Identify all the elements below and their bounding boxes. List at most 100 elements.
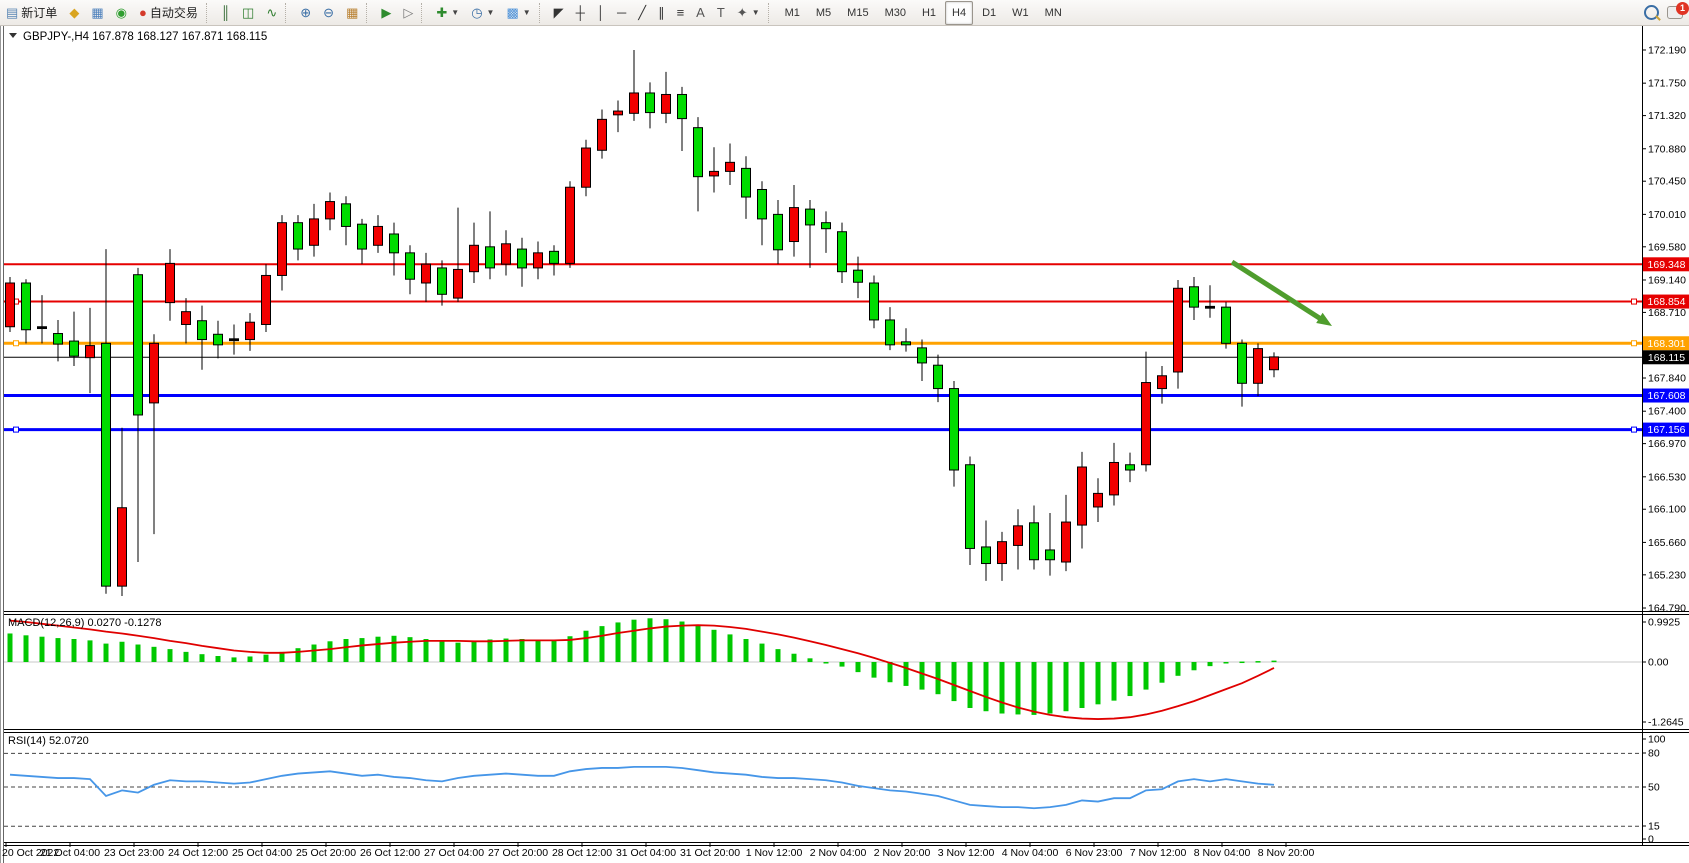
macd-bar xyxy=(1192,662,1197,670)
macd-bar xyxy=(1000,662,1005,714)
macd-bar xyxy=(232,657,237,662)
hline-handle[interactable] xyxy=(1632,299,1637,304)
candle-body xyxy=(166,263,175,302)
crosshair-icon: ┼ xyxy=(576,6,585,19)
timeframe-D1-button[interactable]: D1 xyxy=(975,1,1003,25)
candle-body xyxy=(502,244,511,264)
candle-body xyxy=(1254,349,1263,384)
timeframe-H1-button[interactable]: H1 xyxy=(915,1,943,25)
macd-bar xyxy=(984,662,989,711)
trendline-tool-button[interactable]: ╱ xyxy=(633,1,651,25)
notifications-icon[interactable]: 1 xyxy=(1667,6,1683,19)
candle-body xyxy=(134,275,143,415)
macd-bar xyxy=(1096,662,1101,704)
hline-handle[interactable] xyxy=(1632,427,1637,432)
fibonacci-tool-button[interactable]: ≡ xyxy=(672,1,690,25)
candlestick-chart-button[interactable]: ◫ xyxy=(237,1,259,25)
macd-bar xyxy=(8,633,13,662)
candle-body xyxy=(1142,383,1151,465)
cursor-button[interactable]: ◤ xyxy=(549,1,569,25)
tile-windows-icon: ▦ xyxy=(346,6,358,19)
macd-bar xyxy=(776,649,781,662)
new-order-icon: ▤ xyxy=(6,6,18,19)
candle-body xyxy=(278,223,287,276)
candle-body xyxy=(918,348,927,363)
macd-bar xyxy=(104,644,109,662)
periods-clock-button[interactable]: ◷▼ xyxy=(466,1,499,25)
time-tick-label: 31 Oct 20:00 xyxy=(680,847,740,859)
candle-body xyxy=(1270,357,1279,370)
signal-button[interactable]: ◉ xyxy=(111,1,132,25)
time-tick-label: 21 Oct 04:00 xyxy=(40,847,100,859)
search-icon[interactable] xyxy=(1644,5,1659,20)
candle-body xyxy=(1174,288,1183,372)
vertical-line-tool-button[interactable]: │ xyxy=(592,1,610,25)
macd-bar xyxy=(472,641,477,662)
chart-template-button[interactable]: ▩▼ xyxy=(501,1,535,25)
autotrade-icon: ● xyxy=(139,6,147,19)
macd-scale-label: 0.00 xyxy=(1648,657,1669,669)
timeframe-MN-button[interactable]: MN xyxy=(1038,1,1069,25)
shapes-tool-caret-icon[interactable]: ▼ xyxy=(752,8,760,17)
macd-bar xyxy=(1112,662,1117,701)
line-chart-button[interactable]: ∿ xyxy=(261,1,282,25)
periods-clock-caret-icon[interactable]: ▼ xyxy=(487,8,495,17)
charts-gold-button[interactable]: ◆ xyxy=(64,1,84,25)
candle-body xyxy=(470,245,479,271)
add-indicator-button[interactable]: ✚▼ xyxy=(431,1,464,25)
zoom-out-button[interactable]: ⊖ xyxy=(318,1,339,25)
macd-bar xyxy=(344,639,349,662)
candle-body xyxy=(214,334,223,345)
candle-body xyxy=(182,312,191,325)
candle-body xyxy=(1094,493,1103,507)
timeframe-M30-button[interactable]: M30 xyxy=(878,1,913,25)
label-tool-button[interactable]: T xyxy=(712,1,730,25)
new-order-button[interactable]: ▤新订单 xyxy=(1,1,62,25)
macd-bar xyxy=(1064,662,1069,711)
macd-bar xyxy=(696,625,701,662)
price-tick-label: 170.010 xyxy=(1648,209,1686,221)
macd-bar xyxy=(360,638,365,662)
macd-bar xyxy=(632,620,637,662)
text-tool-button[interactable]: A xyxy=(691,1,710,25)
add-indicator-caret-icon[interactable]: ▼ xyxy=(451,8,459,17)
chart-template-caret-icon[interactable]: ▼ xyxy=(523,8,531,17)
horizontal-line-tool-button[interactable]: ─ xyxy=(612,1,631,25)
candle-body xyxy=(630,93,639,113)
profiles-button[interactable]: ▦ xyxy=(86,1,108,25)
candle-body xyxy=(1238,343,1247,383)
candle-body xyxy=(38,327,47,329)
timeframe-H4-button[interactable]: H4 xyxy=(945,1,973,25)
timeframe-M15-button[interactable]: M15 xyxy=(840,1,875,25)
chart-shift-button[interactable]: ▷ xyxy=(398,1,418,25)
channel-tool-button[interactable]: ∥ xyxy=(653,1,670,25)
timeframe-M1-button[interactable]: M1 xyxy=(778,1,807,25)
timeframe-W1-button[interactable]: W1 xyxy=(1005,1,1036,25)
hline-handle[interactable] xyxy=(14,427,19,432)
candle-body xyxy=(486,247,495,268)
hline-handle[interactable] xyxy=(1632,341,1637,346)
new-order-label: 新订单 xyxy=(21,4,57,21)
price-tick-label: 171.750 xyxy=(1648,78,1686,90)
macd-bar xyxy=(72,639,77,662)
shapes-tool-button[interactable]: ✦▼ xyxy=(732,1,765,25)
macd-bar xyxy=(248,656,253,662)
crosshair-button[interactable]: ┼ xyxy=(571,1,590,25)
time-tick-label: 24 Oct 12:00 xyxy=(168,847,228,859)
candlestick-chart-icon: ◫ xyxy=(242,6,254,19)
autotrade-button[interactable]: ●自动交易 xyxy=(134,1,203,25)
price-axis[interactable]: 172.190171.750171.320170.880170.450170.0… xyxy=(1642,26,1689,846)
candle-body xyxy=(310,219,319,245)
tile-windows-button[interactable]: ▦ xyxy=(341,1,363,25)
macd-bar xyxy=(376,637,381,662)
macd-bar xyxy=(728,634,733,662)
auto-scroll-button[interactable]: ▶ xyxy=(376,1,396,25)
hline-handle[interactable] xyxy=(14,341,19,346)
chart-canvas[interactable]: 172.190171.750171.320170.880170.450170.0… xyxy=(0,0,1689,863)
notification-badge: 1 xyxy=(1676,2,1689,15)
bar-chart-button[interactable]: ║ xyxy=(216,1,235,25)
macd-bar xyxy=(200,654,205,662)
macd-bar xyxy=(520,639,525,662)
timeframe-M5-button[interactable]: M5 xyxy=(809,1,838,25)
zoom-in-button[interactable]: ⊕ xyxy=(295,1,316,25)
